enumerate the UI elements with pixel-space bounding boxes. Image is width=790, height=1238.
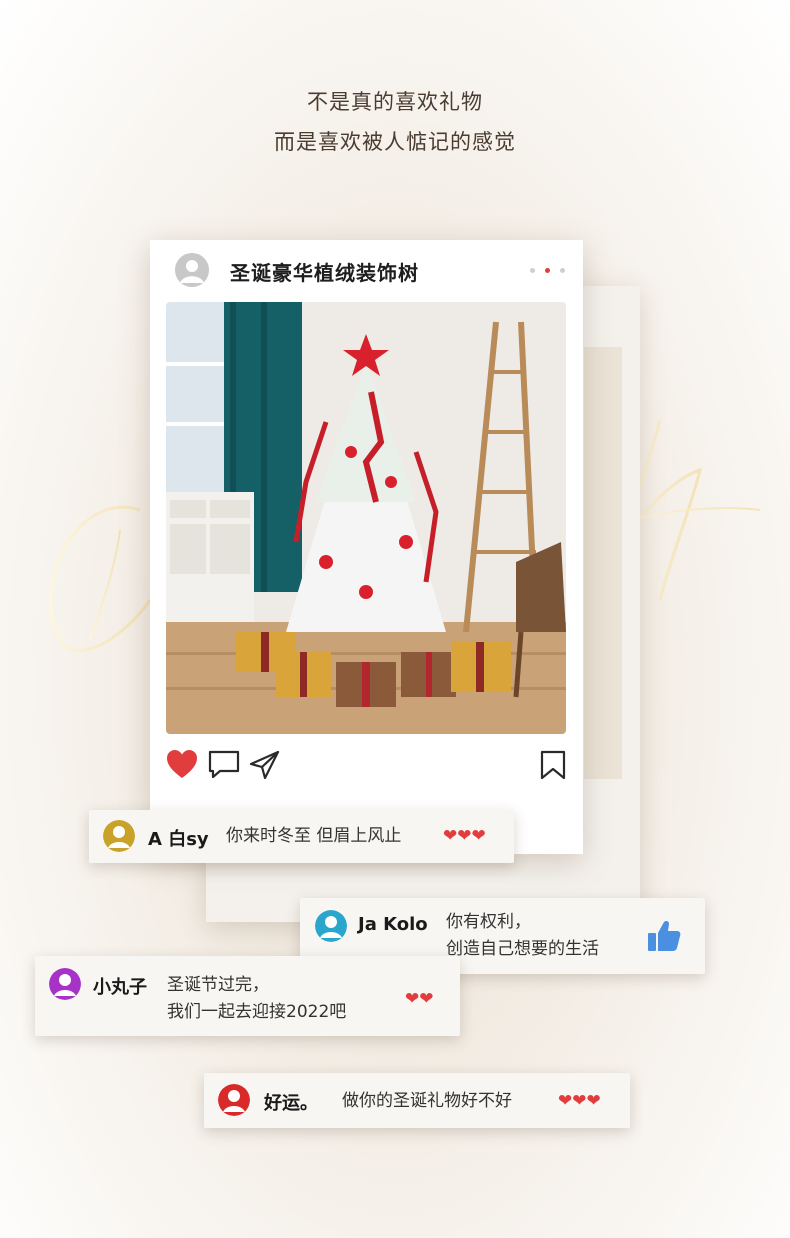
post-title: 圣诞豪华植绒装饰树 [230,261,419,285]
carousel-dot[interactable] [530,268,535,273]
share-button[interactable] [248,748,282,782]
user-avatar-icon [49,968,81,1000]
comment-avatar[interactable] [315,910,347,942]
comment-text-line-2: 我们一起去迎接2022吧 [167,1002,347,1022]
comment-card[interactable]: A 白sy 你来时冬至 但眉上风止 ❤❤❤ [89,810,514,863]
save-button[interactable] [536,748,570,782]
comment-text-line-2: 创造自己想要的生活 [446,939,599,959]
reaction-hearts: ❤❤❤ [558,1091,601,1111]
comment-text: 做你的圣诞礼物好不好 [342,1091,512,1111]
user-avatar-icon [218,1084,250,1116]
christmas-tree-photo-icon [166,302,566,734]
comment-avatar[interactable] [218,1084,250,1116]
heart-icon [167,750,197,778]
comment-avatar[interactable] [49,968,81,1000]
like-button[interactable] [165,748,199,782]
comment-author: 好运。 [264,1093,318,1114]
reaction-hearts: ❤❤ [405,989,434,1009]
user-avatar-icon [175,253,209,287]
send-icon [249,750,280,780]
reaction-hearts: ❤❤❤ [443,826,486,846]
background-card-inner [584,347,622,779]
tagline-line-1: 不是真的喜欢礼物 [307,90,483,114]
carousel-dot-active[interactable] [545,268,550,273]
comment-button[interactable] [207,748,241,782]
comment-author: Ja Kolo [358,914,428,935]
comment-text: 你来时冬至 但眉上风止 [226,826,402,846]
comment-icon [208,750,240,779]
comment-author: 小丸子 [93,977,147,998]
like-reaction[interactable] [644,916,684,956]
user-avatar-icon [315,910,347,942]
thumbs-up-icon [648,920,681,951]
comment-text-line-1: 圣诞节过完， [167,975,269,995]
comment-card[interactable]: 小丸子 圣诞节过完， 我们一起去迎接2022吧 ❤❤ [35,956,460,1036]
bookmark-icon [540,750,566,780]
comment-avatar[interactable] [103,820,135,852]
comment-author: A 白sy [148,829,209,850]
post-photo [166,302,566,734]
tagline-line-2: 而是喜欢被人惦记的感觉 [274,130,516,154]
carousel-dot[interactable] [560,268,565,273]
user-avatar-icon [103,820,135,852]
post-avatar[interactable] [175,253,209,287]
comment-text-line-1: 你有权利， [446,912,531,932]
comment-card[interactable]: 好运。 做你的圣诞礼物好不好 ❤❤❤ [204,1073,630,1128]
carousel-dots[interactable] [530,268,570,276]
